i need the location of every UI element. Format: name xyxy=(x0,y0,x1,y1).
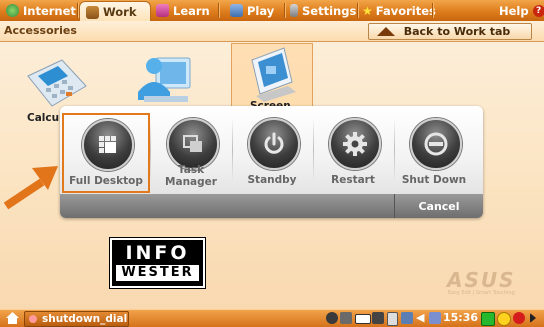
window-app-icon xyxy=(29,315,37,323)
calculator-label: Calcul xyxy=(27,112,63,124)
dialog-footer: Cancel xyxy=(60,194,483,218)
standby-label: Standby xyxy=(247,174,297,186)
dialog-options-panel: Full Desktop Task Manager Standby Restar… xyxy=(60,106,483,194)
taskbar: shutdown_dial ◀ 15:36 xyxy=(0,309,544,327)
task-manager-button[interactable]: Task Manager xyxy=(151,114,231,190)
shut-down-label: Shut Down xyxy=(401,174,467,186)
restart-button[interactable]: Restart xyxy=(313,114,393,190)
star-icon: ★ xyxy=(362,3,373,18)
tab-work[interactable]: Work xyxy=(79,1,151,22)
tab-settings[interactable]: Settings xyxy=(290,0,356,21)
network-icon[interactable] xyxy=(326,312,338,324)
calculator-app[interactable] xyxy=(24,58,90,113)
task-manager-label: Task Manager xyxy=(165,164,217,188)
task-windows-icon xyxy=(167,118,219,170)
user-monitor-icon xyxy=(138,57,191,102)
tray-expand-icon[interactable] xyxy=(530,313,536,323)
up-arrow-icon xyxy=(377,27,395,36)
calculator-icon xyxy=(27,59,87,107)
power-icon xyxy=(248,118,300,170)
help-icon: ? xyxy=(532,4,544,17)
desktop-grid-icon xyxy=(82,119,134,171)
restart-label: Restart xyxy=(331,174,375,186)
category-title: Accessories xyxy=(4,24,77,37)
tab-divider xyxy=(218,3,219,18)
home-icon xyxy=(5,312,19,324)
tab-internet[interactable]: Internet xyxy=(6,0,76,21)
tab-learn[interactable]: Learn xyxy=(156,0,210,21)
storage-icon[interactable] xyxy=(387,312,398,326)
alert-icon[interactable] xyxy=(513,312,525,324)
category-bar: Accessories Back to Work tab xyxy=(0,21,544,42)
screen-capture-app[interactable]: Screen xyxy=(231,43,313,112)
display-icon[interactable] xyxy=(372,312,384,324)
volume-icon[interactable]: ◀ xyxy=(416,312,428,324)
tab-divider xyxy=(77,3,78,18)
screen-capture-icon xyxy=(251,47,296,102)
shutdown-dialog: Full Desktop Task Manager Standby Restar… xyxy=(60,106,483,218)
wrench-icon xyxy=(290,4,298,17)
standby-button[interactable]: Standby xyxy=(232,114,312,190)
full-desktop-button[interactable]: Full Desktop xyxy=(62,113,150,193)
tab-play[interactable]: Play xyxy=(230,0,274,21)
asus-logo: ASUS xyxy=(447,268,516,292)
keyboard-icon[interactable] xyxy=(401,312,413,324)
tab-divider xyxy=(284,3,285,18)
smiley-icon[interactable] xyxy=(497,312,511,326)
home-button[interactable] xyxy=(4,311,20,325)
cancel-button[interactable]: Cancel xyxy=(394,194,483,218)
taskbar-window-button[interactable]: shutdown_dial xyxy=(24,311,129,327)
book-icon xyxy=(156,4,169,17)
infowester-logo: INFO WESTER xyxy=(110,238,205,288)
main-tab-bar: Internet Work Learn Play Settings ★ Favo… xyxy=(0,0,544,22)
minus-circle-icon xyxy=(410,118,462,170)
briefcase-icon xyxy=(86,5,99,19)
tab-favorites[interactable]: ★ Favorites xyxy=(362,0,436,21)
globe-icon xyxy=(6,4,19,17)
gamepad-icon xyxy=(230,4,243,17)
full-desktop-label: Full Desktop xyxy=(69,175,143,187)
battery-icon[interactable] xyxy=(355,314,371,324)
shut-down-button[interactable]: Shut Down xyxy=(394,114,474,190)
tab-divider xyxy=(357,3,358,18)
asus-tagline: Easy Edit | Smart Touching xyxy=(448,290,515,296)
pointer-arrow-icon xyxy=(3,166,58,210)
status-green-icon[interactable] xyxy=(481,312,495,326)
webcam-icon[interactable] xyxy=(340,312,352,324)
user-monitor-app[interactable] xyxy=(134,52,194,111)
help-button[interactable]: Help ? xyxy=(499,0,544,21)
tab-divider xyxy=(432,3,433,18)
user-icon[interactable] xyxy=(429,312,441,324)
back-to-work-button[interactable]: Back to Work tab xyxy=(368,23,532,40)
gear-icon xyxy=(329,118,381,170)
clock: 15:36 xyxy=(443,311,479,324)
